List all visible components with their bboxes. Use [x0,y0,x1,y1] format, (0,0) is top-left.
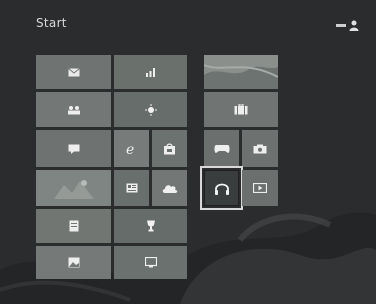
map-icon [204,64,278,89]
chat-icon [68,144,79,154]
store-tile[interactable] [152,130,187,167]
store-icon [164,143,175,154]
gamepad-icon [214,144,229,153]
skydrive-tile[interactable] [152,170,187,206]
document-icon [69,220,78,232]
video-tile[interactable] [114,246,187,279]
camera-tile[interactable] [242,130,278,167]
news-icon [126,183,137,193]
svg-text:e: e [126,142,134,156]
play-icon [253,183,267,193]
finance-tile[interactable] [114,55,187,89]
headphones-icon [214,183,229,195]
people-icon [67,105,80,114]
ie-icon: e [126,142,134,156]
news-tile[interactable] [114,170,149,206]
user-icon [349,20,359,31]
chart-icon [145,68,155,77]
messaging-tile[interactable] [36,130,111,167]
cloud-icon [162,185,177,193]
photo-icon [53,180,94,199]
mail-tile[interactable] [36,55,111,89]
luggage-icon [234,104,248,115]
camera-icon [253,144,267,153]
photos-tile[interactable] [36,170,111,206]
travel-tile[interactable] [204,92,278,127]
music-tile[interactable] [200,166,243,210]
sun-icon [144,103,157,116]
internet-explorer-tile[interactable]: e [114,130,149,167]
start-title: Start [36,16,67,30]
video-player-tile[interactable] [242,170,278,206]
landscape-icon [68,257,79,268]
sports-tile[interactable] [114,209,187,243]
weather-tile[interactable] [114,92,187,127]
user-name-bar [336,24,346,27]
monitor-icon [144,257,157,268]
reader-tile[interactable] [36,209,111,243]
mail-icon [67,67,80,76]
bing-maps-tile[interactable] [204,55,278,89]
desktop-tile[interactable] [36,246,111,279]
people-tile[interactable] [36,92,111,127]
games-tile[interactable] [204,130,239,167]
user-account[interactable] [336,20,359,31]
trophy-icon [146,220,155,232]
